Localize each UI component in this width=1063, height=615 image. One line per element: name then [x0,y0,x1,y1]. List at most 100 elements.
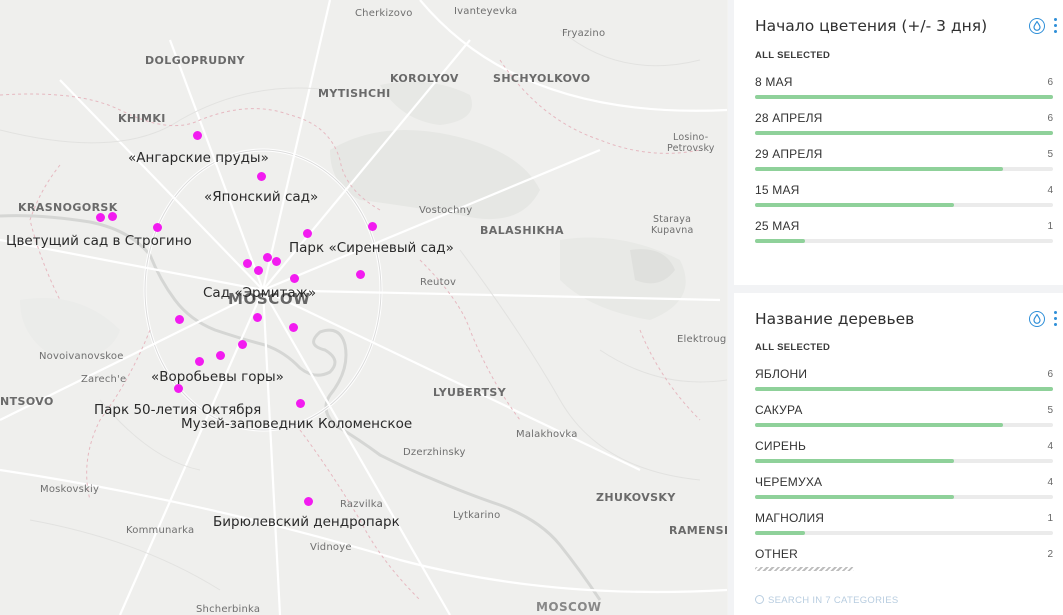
poi-label: «Японский сад» [204,189,319,205]
map-marker[interactable] [242,258,252,268]
category-label: 29 АПРЕЛЯ [755,147,823,161]
poi-label: «Воробьевы горы» [151,369,284,385]
map-marker[interactable] [174,314,184,324]
map-marker[interactable] [355,269,365,279]
category-bar-track [755,167,1053,171]
category-search-link[interactable]: SEARCH IN 7 CATEGORIES [755,594,898,606]
category-count: 1 [1047,221,1053,232]
category-bar [755,239,805,243]
category-row[interactable]: МАГНОЛИЯ 1 [755,511,1053,547]
place-label: Cherkizovo [355,8,413,19]
color-by-icon[interactable] [1029,311,1045,327]
category-bar-track [755,567,1053,571]
map-marker[interactable] [295,398,305,408]
search-icon [755,595,764,604]
map-marker[interactable] [303,496,313,506]
map-marker[interactable] [95,212,105,222]
category-widget-tree-names: Название деревьев ALL SELECTED ЯБЛОНИ 6 … [734,293,1063,615]
map-marker[interactable] [152,222,162,232]
place-label: SHCHYOLKOVO [493,72,591,85]
more-options-icon[interactable] [1054,311,1058,327]
category-label: САКУРА [755,403,803,417]
category-row[interactable]: САКУРА 5 [755,403,1053,439]
category-label: 8 МАЯ [755,75,793,89]
category-row[interactable]: 8 МАЯ 6 [755,75,1053,111]
map-marker[interactable] [192,130,202,140]
map-marker[interactable] [288,322,298,332]
place-label: Losino- [673,132,709,143]
category-row[interactable]: 28 АПРЕЛЯ 6 [755,111,1053,147]
category-bar-track [755,387,1053,391]
category-bar [755,423,1004,427]
category-count: 5 [1047,149,1053,160]
place-label: Novoivanovskoe [39,351,124,362]
widget-title: Название деревьев [755,310,915,328]
category-row-other[interactable]: OTHER 2 [755,547,1053,583]
category-bar-track [755,531,1053,535]
category-count: 4 [1047,441,1053,452]
map-marker[interactable] [215,350,225,360]
poi-label: Бирюлевский дендропарк [213,514,400,530]
place-label: Razvilka [340,499,383,510]
category-count: 6 [1047,369,1053,380]
category-row[interactable]: ЯБЛОНИ 6 [755,367,1053,403]
map-marker[interactable] [302,228,312,238]
place-label: Vostochny [419,205,473,216]
place-label: KHIMKI [118,112,166,125]
map-marker[interactable] [107,211,117,221]
category-count: 2 [1047,549,1053,560]
category-row[interactable]: 29 АПРЕЛЯ 5 [755,147,1053,183]
category-bar-track [755,459,1053,463]
place-label: Reutov [420,277,457,288]
category-bar-track [755,95,1053,99]
map-marker[interactable] [271,256,281,266]
category-bar [755,531,805,535]
place-label: Ivanteyevka [454,6,518,17]
place-label: MOSCOW [536,600,602,614]
category-label: МАГНОЛИЯ [755,511,825,525]
map-marker[interactable] [194,356,204,366]
category-row[interactable]: ЧЕРЕМУХА 4 [755,475,1053,511]
category-label: СИРЕНЬ [755,439,807,453]
category-bar-track [755,239,1053,243]
map-marker[interactable] [237,339,247,349]
category-row[interactable]: 15 МАЯ 4 [755,183,1053,219]
place-label: NTSOVO [0,395,54,408]
place-label: Fryazino [562,28,606,39]
map-marker[interactable] [253,265,263,275]
category-row[interactable]: 25 МАЯ 1 [755,219,1053,255]
category-row[interactable]: СИРЕНЬ 4 [755,439,1053,475]
place-label: LYUBERTSY [433,386,507,399]
category-count: 6 [1047,77,1053,88]
map-marker[interactable] [262,252,272,262]
category-count: 5 [1047,405,1053,416]
map-marker[interactable] [367,221,377,231]
map-view[interactable]: Cherkizovo Ivanteyevka Fryazino DOLGOPRU… [0,0,727,615]
category-bar [755,95,1053,99]
category-bar [755,203,954,207]
category-bar [755,495,954,499]
category-bar-track [755,131,1053,135]
widget-title: Начало цветения (+/- 3 дня) [755,17,988,35]
poi-label: Музей-заповедник Коломенское [181,416,413,432]
category-label: OTHER [755,547,798,561]
place-label: ZHUKOVSKY [596,491,676,504]
selection-status: ALL SELECTED [755,342,831,353]
map-marker[interactable] [256,171,266,181]
place-label: Dzerzhinsky [403,447,466,458]
category-count: 6 [1047,113,1053,124]
place-label: Malakhovka [516,429,578,440]
category-bar [755,167,1004,171]
category-bar-track [755,203,1053,207]
poi-label: Цветущий сад в Строгино [6,233,192,249]
place-label: RAMENSK [669,524,727,537]
poi-label: «Ангарские пруды» [128,150,269,166]
category-bar [755,567,855,571]
place-label: KOROLYOV [390,72,459,85]
map-marker[interactable] [289,273,299,283]
search-link-label: SEARCH IN 7 CATEGORIES [768,595,899,606]
place-label: Petrovsky [667,143,715,154]
map-marker[interactable] [252,312,262,322]
more-options-icon[interactable] [1054,18,1058,34]
color-by-icon[interactable] [1029,18,1045,34]
